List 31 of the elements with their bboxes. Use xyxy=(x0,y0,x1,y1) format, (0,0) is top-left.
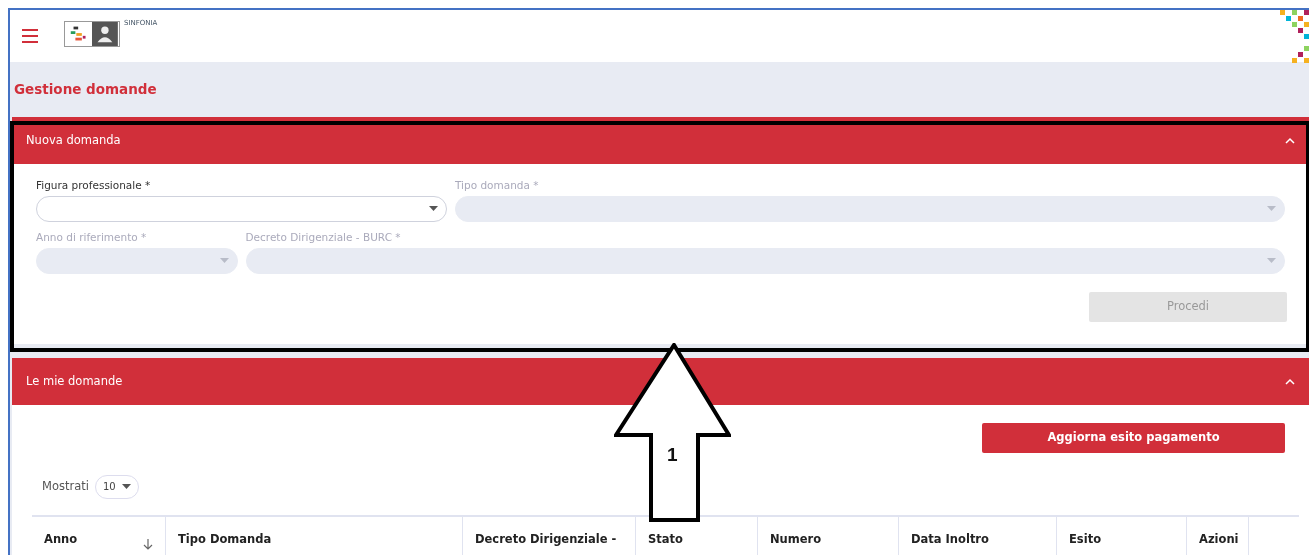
collapse-icon xyxy=(1285,377,1295,385)
column-header[interactable]: Anno xyxy=(32,516,166,555)
field-label: Tipo domanda * xyxy=(455,178,540,194)
panel-title: Nuova domanda xyxy=(26,132,121,150)
column-header: Numero xyxy=(758,516,899,555)
dropdown-arrow-icon xyxy=(429,206,438,212)
panel-header[interactable]: Le mie domande xyxy=(12,357,1309,405)
panel-title: Le mie domande xyxy=(26,372,123,390)
column-header: Azioni xyxy=(1187,516,1249,555)
menu-button[interactable] xyxy=(22,29,38,43)
update-payment-button[interactable]: Aggiorna esito pagamento xyxy=(982,422,1285,453)
pattern-drawing xyxy=(1280,10,1309,63)
dropdown-arrow-icon xyxy=(121,484,131,490)
column-header: Tipo Domanda xyxy=(166,516,463,555)
dropdown-arrow-icon xyxy=(219,258,229,264)
field-label: Figura professionale * xyxy=(36,178,152,194)
column-header: Esito xyxy=(1057,516,1187,555)
page-size-label: Mostrati xyxy=(42,478,89,496)
panel-header[interactable]: Nuova domanda xyxy=(12,117,1309,165)
annotation-label: 1 xyxy=(667,443,678,467)
field-label: Anno di riferimento * xyxy=(36,229,148,245)
field-label: Decreto Dirigenziale - BURC * xyxy=(245,229,402,245)
logo-icon xyxy=(64,21,120,47)
select-field[interactable] xyxy=(36,195,447,222)
dropdown-arrow-icon xyxy=(1267,258,1276,264)
dropdown-arrow-icon xyxy=(1267,206,1276,212)
column-header: Data Inoltro xyxy=(899,516,1057,555)
page-size-select[interactable]: 10 xyxy=(94,474,139,499)
page-title: Gestione domande xyxy=(13,80,158,99)
collapse-icon xyxy=(1285,137,1295,145)
column-header: Decreto Dirigenziale - xyxy=(463,516,636,555)
